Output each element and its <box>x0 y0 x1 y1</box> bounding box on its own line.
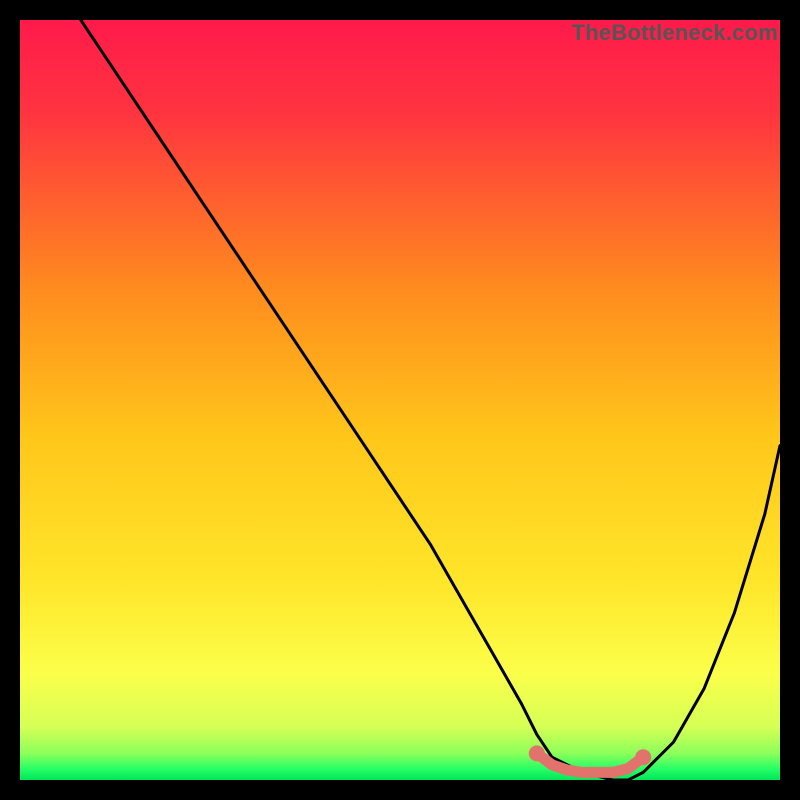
chart-svg <box>20 20 780 780</box>
gradient-background <box>20 20 780 780</box>
bottleneck-chart: TheBottleneck.com <box>20 20 780 780</box>
sweet-spot-endpoint <box>529 745 545 761</box>
sweet-spot-endpoint <box>635 749 651 765</box>
watermark-text: TheBottleneck.com <box>572 20 778 46</box>
plot-area <box>20 20 780 780</box>
